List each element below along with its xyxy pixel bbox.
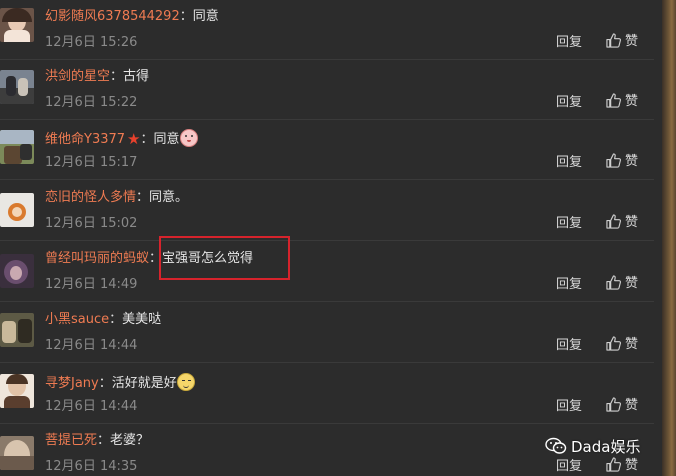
wechat-icon [545,437,567,454]
username-link[interactable]: 恋旧的怪人多情 [45,190,136,205]
thumbs-up-icon [606,336,621,351]
comment-item: 曾经叫玛丽的蚂蚁：宝强哥怎么觉得 12月6日 14:49 回复 赞 [0,242,654,302]
username-link[interactable]: 曾经叫玛丽的蚂蚁 [45,251,149,266]
comment-item: 寻梦Jany：活好就是好 12月6日 14:44 回复 赞 [0,364,654,424]
like-label: 赞 [625,34,639,49]
girl-emoji-icon [179,129,198,147]
colon: ： [110,69,124,84]
comment-timestamp: 12月6日 15:17 [45,155,138,170]
thumbs-up-icon [606,153,621,168]
avatar[interactable] [0,313,34,347]
comment-text: 活好就是好 [111,376,177,391]
like-label: 赞 [625,337,639,352]
comment-item: 洪剑的星空：古得 12月6日 15:22 回复 赞 [0,60,654,120]
like-label: 赞 [625,215,639,230]
comment-content: 菩提已死：老婆？ [45,433,149,449]
comment-text: 古得 [123,69,150,84]
avatar[interactable] [0,436,34,470]
avatar[interactable] [0,130,34,164]
highlight-box [159,236,290,280]
comment-content: 幻影随风6378544292：同意 [45,9,219,25]
like-button[interactable]: 赞 [606,275,638,293]
like-button[interactable]: 赞 [606,336,638,354]
avatar[interactable] [0,8,34,42]
reply-button[interactable]: 回复 [556,95,582,111]
divider [0,240,654,241]
colon: ： [179,9,193,24]
reply-button[interactable]: 回复 [556,35,582,51]
star-icon: ★ [127,130,141,148]
divider [0,362,654,363]
like-label: 赞 [625,94,639,109]
thumbs-up-icon [606,275,621,290]
comment-text: 同意。 [149,190,189,205]
like-label: 赞 [625,154,639,169]
watermark-text: Dada娱乐 [571,437,641,456]
reply-button[interactable]: 回复 [556,155,582,171]
like-button[interactable]: 赞 [606,93,638,111]
cat-emoji-icon [176,373,195,391]
comment-timestamp: 12月6日 15:02 [45,216,138,231]
username-link[interactable]: 小黑sauce [45,312,109,327]
thumbs-up-icon [606,214,621,229]
username-link[interactable]: 寻梦Jany [45,376,99,391]
thumbs-up-icon [606,397,621,412]
comment-timestamp: 12月6日 14:44 [45,399,138,414]
thumbs-up-icon [606,457,621,472]
comment-item: 幻影随风6378544292：同意 12月6日 15:26 回复 赞 [0,0,654,60]
comment-content: 洪剑的星空：古得 [45,69,149,85]
comment-timestamp: 12月6日 14:35 [45,459,138,474]
colon: ： [136,190,150,205]
colon: ： [98,376,112,391]
thumbs-up-icon [606,33,621,48]
comment-content: 寻梦Jany：活好就是好 [45,373,195,392]
thumbs-up-icon [606,93,621,108]
background-edge [662,0,676,476]
comment-timestamp: 12月6日 14:49 [45,277,138,292]
username-link[interactable]: 幻影随风6378544292 [45,9,180,24]
like-button[interactable]: 赞 [606,457,638,475]
like-button[interactable]: 赞 [606,33,638,51]
username-link[interactable]: 维他命Y3377 [45,132,125,147]
avatar[interactable] [0,374,34,408]
comment-list: 幻影随风6378544292：同意 12月6日 15:26 回复 赞 洪剑的星空… [0,0,654,476]
colon: ： [97,433,111,448]
comment-timestamp: 12月6日 14:44 [45,338,138,353]
comment-item: 维他命Y3377 ★：同意 12月6日 15:17 回复 赞 [0,120,654,180]
comment-timestamp: 12月6日 15:26 [45,35,138,50]
comment-text: 老婆？ [110,433,150,448]
watermark: Dada娱乐 [545,434,640,458]
reply-button[interactable]: 回复 [556,277,582,293]
colon: ： [109,312,123,327]
like-label: 赞 [625,458,639,473]
reply-button[interactable]: 回复 [556,459,582,475]
like-label: 赞 [625,276,639,291]
colon: ： [140,132,154,147]
avatar[interactable] [0,70,34,104]
comment-content: 维他命Y3377 ★：同意 [45,129,198,148]
reply-button[interactable]: 回复 [556,399,582,415]
weibo-comments-page: 幻影随风6378544292：同意 12月6日 15:26 回复 赞 洪剑的星空… [0,0,676,476]
comment-text: 同意 [192,9,219,24]
avatar[interactable] [0,193,34,227]
reply-button[interactable]: 回复 [556,338,582,354]
divider [0,301,654,302]
comment-item: 小黑sauce：美美哒 12月6日 14:44 回复 赞 [0,303,654,363]
reply-button[interactable]: 回复 [556,216,582,232]
like-label: 赞 [625,398,639,413]
comment-content: 恋旧的怪人多情：同意。 [45,190,188,206]
avatar[interactable] [0,254,34,288]
comment-text: 同意 [153,132,180,147]
like-button[interactable]: 赞 [606,153,638,171]
comment-content: 小黑sauce：美美哒 [45,312,161,328]
comment-text: 美美哒 [122,312,162,327]
comment-item: 恋旧的怪人多情：同意。 12月6日 15:02 回复 赞 [0,181,654,241]
username-link[interactable]: 菩提已死 [45,433,97,448]
like-button[interactable]: 赞 [606,397,638,415]
comment-timestamp: 12月6日 15:22 [45,95,138,110]
username-link[interactable]: 洪剑的星空 [45,69,110,84]
divider [0,179,654,180]
like-button[interactable]: 赞 [606,214,638,232]
